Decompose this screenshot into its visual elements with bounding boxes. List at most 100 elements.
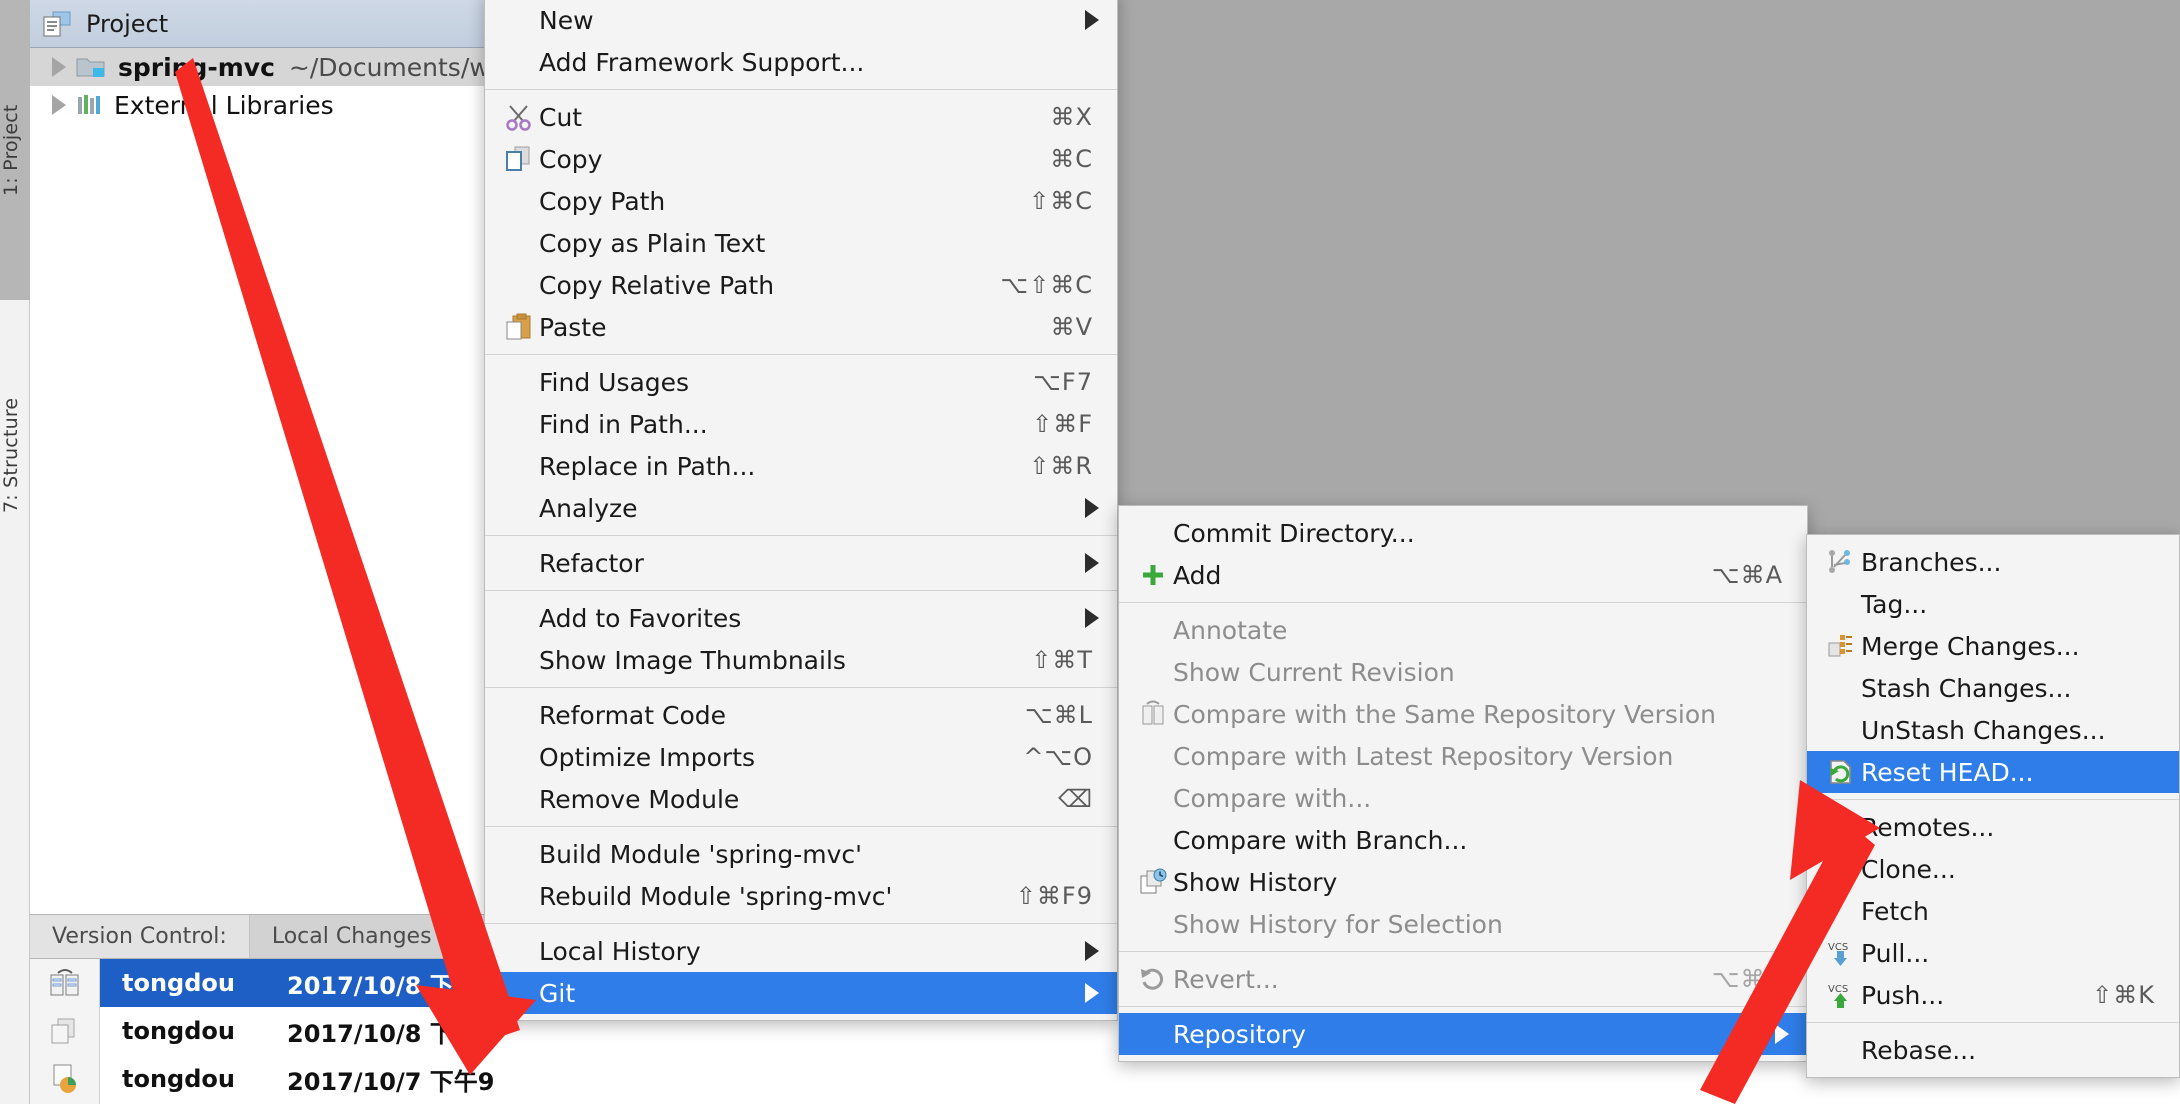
commit-author: tongdou [122, 969, 287, 997]
menu-item-copy-relative-path[interactable]: Copy Relative Path⌥⇧⌘C [485, 264, 1117, 306]
menu-item-label: Stash Changes... [1861, 674, 2155, 703]
commit-author: tongdou [122, 1017, 287, 1045]
menu-item-label: Commit Directory... [1173, 519, 1783, 548]
menu-separator [1807, 1022, 2179, 1023]
menu-item-annotate[interactable]: Annotate [1119, 609, 1807, 651]
menu-item-stash-changes[interactable]: Stash Changes... [1807, 667, 2179, 709]
menu-item-clone[interactable]: Clone... [1807, 848, 2179, 890]
menu-item-revert[interactable]: Revert...⌥⌘Z [1119, 958, 1807, 1000]
version-control-gutter [30, 959, 100, 1104]
menu-item-label: Clone... [1861, 855, 2155, 884]
scissors-icon [499, 103, 539, 131]
menu-item-label: Repository [1173, 1020, 1783, 1049]
menu-item-label: Local History [539, 937, 1093, 966]
sidebar-item-structure[interactable]: 7: Structure [0, 310, 30, 600]
sidebar-item-project[interactable]: 1: Project [0, 0, 30, 300]
menu-item-fetch[interactable]: Fetch [1807, 890, 2179, 932]
menu-item-copy[interactable]: Copy⌘C [485, 138, 1117, 180]
menu-item-optimize-imports[interactable]: Optimize Imports^⌥O [485, 736, 1117, 778]
menu-item-push[interactable]: VCS Push...⇧⌘K [1807, 974, 2179, 1016]
menu-item-commit-directory[interactable]: Commit Directory... [1119, 512, 1807, 554]
menu-item-cut[interactable]: Cut⌘X [485, 96, 1117, 138]
expand-arrow-icon[interactable] [52, 95, 66, 115]
history-icon[interactable] [30, 1055, 99, 1103]
submenu-arrow-icon [1085, 983, 1099, 1003]
tab-version-control[interactable]: Version Control: [30, 915, 250, 958]
page-title: Project [86, 10, 168, 38]
menu-item-label: Analyze [539, 494, 1093, 523]
menu-item-label: Paste [539, 313, 1051, 342]
menu-item-reformat-code[interactable]: Reformat Code⌥⌘L [485, 694, 1117, 736]
menu-item-reset-head[interactable]: Reset HEAD... [1807, 751, 2179, 793]
commit-icon[interactable] [30, 959, 99, 1007]
menu-item-pull[interactable]: VCS Pull... [1807, 932, 2179, 974]
menu-item-rebase[interactable]: Rebase... [1807, 1029, 2179, 1071]
menu-separator [485, 687, 1117, 688]
menu-item-label: Show History [1173, 868, 1783, 897]
menu-item-compare-with-branch[interactable]: Compare with Branch... [1119, 819, 1807, 861]
menu-item-label: Add Framework Support... [539, 48, 1093, 77]
menu-item-git[interactable]: Git [485, 972, 1117, 1014]
menu-item-local-history[interactable]: Local History [485, 930, 1117, 972]
vcs-pull-icon: VCS [1821, 939, 1861, 967]
menu-item-analyze[interactable]: Analyze [485, 487, 1117, 529]
menu-item-label: Add to Favorites [539, 604, 1093, 633]
menu-separator [485, 923, 1117, 924]
repository-submenu[interactable]: Branches... Tag... Merge Changes... Stash … [1806, 534, 2180, 1078]
menu-item-remove-module[interactable]: Remove Module⌫ [485, 778, 1117, 820]
tab-local-changes[interactable]: Local Changes [250, 915, 455, 958]
expand-arrow-icon[interactable] [52, 57, 66, 77]
menu-item-unstash-changes[interactable]: UnStash Changes... [1807, 709, 2179, 751]
menu-item-compare-with[interactable]: Compare with... [1119, 777, 1807, 819]
commit-author: tongdou [122, 1065, 287, 1093]
menu-item-show-current-revision[interactable]: Show Current Revision [1119, 651, 1807, 693]
menu-item-shortcut: ⌥F7 [1033, 368, 1117, 396]
menu-item-rebuild-module-spring-mvc[interactable]: Rebuild Module 'spring-mvc'⇧⌘F9 [485, 875, 1117, 917]
menu-item-label: Git [539, 979, 1093, 1008]
menu-item-remotes[interactable]: Remotes... [1807, 806, 2179, 848]
menu-item-merge-changes[interactable]: Merge Changes... [1807, 625, 2179, 667]
menu-item-shortcut: ⇧⌘T [1031, 646, 1117, 674]
menu-item-repository[interactable]: Repository [1119, 1013, 1807, 1055]
menu-item-label: Push... [1861, 981, 2092, 1010]
left-tool-strip: 1: Project 7: Structure [0, 0, 30, 1104]
submenu-arrow-icon [1775, 1024, 1789, 1044]
menu-item-add[interactable]: Add⌥⌘A [1119, 554, 1807, 596]
menu-item-show-history-for-selection[interactable]: Show History for Selection [1119, 903, 1807, 945]
menu-item-branches[interactable]: Branches... [1807, 541, 2179, 583]
menu-item-label: Remove Module [539, 785, 1058, 814]
menu-item-label: Cut [539, 103, 1051, 132]
menu-item-tag[interactable]: Tag... [1807, 583, 2179, 625]
menu-item-compare-with-the-same-repository-version[interactable]: Compare with the Same Repository Version [1119, 693, 1807, 735]
compare-icon [1133, 700, 1173, 728]
tab-label: Local Changes [272, 924, 432, 949]
menu-item-shortcut: ⌘C [1050, 145, 1117, 173]
menu-item-show-image-thumbnails[interactable]: Show Image Thumbnails⇧⌘T [485, 639, 1117, 681]
menu-item-show-history[interactable]: Show History [1119, 861, 1807, 903]
menu-item-label: Build Module 'spring-mvc' [539, 840, 1093, 869]
menu-item-add-to-favorites[interactable]: Add to Favorites [485, 597, 1117, 639]
copy-revision-icon[interactable] [30, 1007, 99, 1055]
menu-item-refactor[interactable]: Refactor [485, 542, 1117, 584]
menu-item-replace-in-path[interactable]: Replace in Path...⇧⌘R [485, 445, 1117, 487]
vcs-push-icon: VCS [1821, 981, 1861, 1009]
menu-item-new[interactable]: New [485, 0, 1117, 41]
menu-item-find-usages[interactable]: Find Usages⌥F7 [485, 361, 1117, 403]
menu-item-paste[interactable]: Paste⌘V [485, 306, 1117, 348]
menu-separator [485, 354, 1117, 355]
menu-item-add-framework-support[interactable]: Add Framework Support... [485, 41, 1117, 83]
menu-item-compare-with-latest-repository-version[interactable]: Compare with Latest Repository Version [1119, 735, 1807, 777]
menu-item-shortcut: ⌘V [1051, 313, 1117, 341]
reset-head-icon [1821, 758, 1861, 786]
menu-item-label: Compare with Branch... [1173, 826, 1783, 855]
menu-item-build-module-spring-mvc[interactable]: Build Module 'spring-mvc' [485, 833, 1117, 875]
menu-item-copy-path[interactable]: Copy Path⇧⌘C [485, 180, 1117, 222]
menu-item-copy-as-plain-text[interactable]: Copy as Plain Text [485, 222, 1117, 264]
git-submenu[interactable]: Commit Directory... Add⌥⌘A AnnotateShow C… [1118, 505, 1808, 1062]
menu-item-label: Show History for Selection [1173, 910, 1783, 939]
menu-item-find-in-path[interactable]: Find in Path...⇧⌘F [485, 403, 1117, 445]
menu-item-label: Reformat Code [539, 701, 1025, 730]
menu-item-shortcut: ⌥⌘Z [1712, 965, 1807, 993]
project-context-menu[interactable]: New Add Framework Support... Cut⌘X Copy⌘C… [484, 0, 1118, 1021]
menu-item-label: Branches... [1861, 548, 2155, 577]
